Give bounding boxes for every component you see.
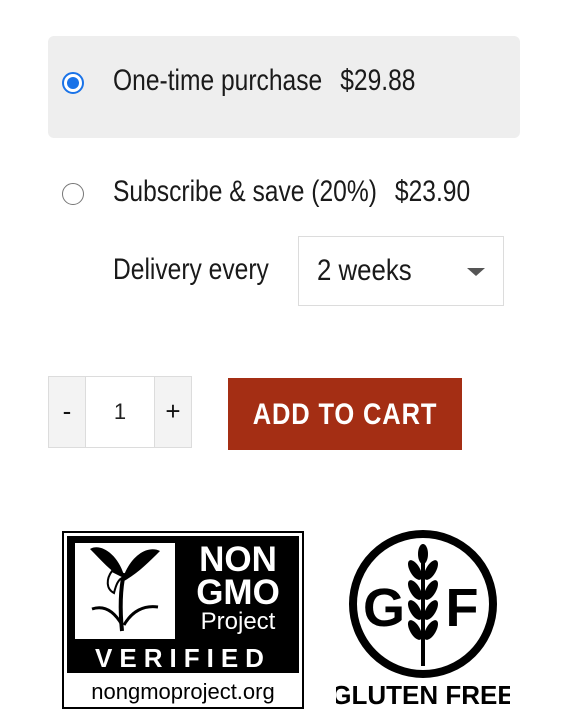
one-time-label: One-time purchase $29.88 xyxy=(113,64,415,98)
nongmo-url-text: nongmoproject.org xyxy=(91,679,274,704)
quantity-stepper: - 1 + xyxy=(48,376,192,448)
project-text: Project xyxy=(201,608,276,635)
gf-letter-f: F xyxy=(446,578,479,638)
subscribe-price: $23.90 xyxy=(394,175,471,208)
one-time-price: $29.88 xyxy=(340,64,416,97)
chevron-down-icon xyxy=(467,268,485,276)
subscribe-label: Subscribe & save (20%) $23.90 xyxy=(113,175,470,209)
quantity-input[interactable]: 1 xyxy=(85,377,155,447)
subscribe-label-text: Subscribe & save (20%) xyxy=(113,175,377,208)
increase-quantity-button[interactable]: + xyxy=(154,377,191,447)
subscribe-radio[interactable] xyxy=(62,183,84,205)
one-time-label-text: One-time purchase xyxy=(113,64,323,97)
gmo-text: GMO xyxy=(196,573,280,612)
one-time-radio[interactable] xyxy=(62,72,84,94)
verified-text: VERIFIED xyxy=(95,643,271,673)
gluten-free-text: GLUTEN FREE xyxy=(336,680,510,710)
gluten-free-logo: G F GLUTEN FREE xyxy=(336,530,510,710)
non-gmo-project-verified-logo: NON GMO Project VERIFIED nongmoproject.o… xyxy=(62,531,304,709)
delivery-frequency-select[interactable]: 2 weeks xyxy=(298,236,504,306)
delivery-frequency-value: 2 weeks xyxy=(317,254,412,287)
add-to-cart-label: ADD TO CART xyxy=(252,398,438,431)
delivery-label: Delivery every xyxy=(113,253,269,286)
add-to-cart-button[interactable]: ADD TO CART xyxy=(228,378,462,450)
decrease-quantity-button[interactable]: - xyxy=(49,377,86,447)
gf-letter-g: G xyxy=(363,578,405,638)
